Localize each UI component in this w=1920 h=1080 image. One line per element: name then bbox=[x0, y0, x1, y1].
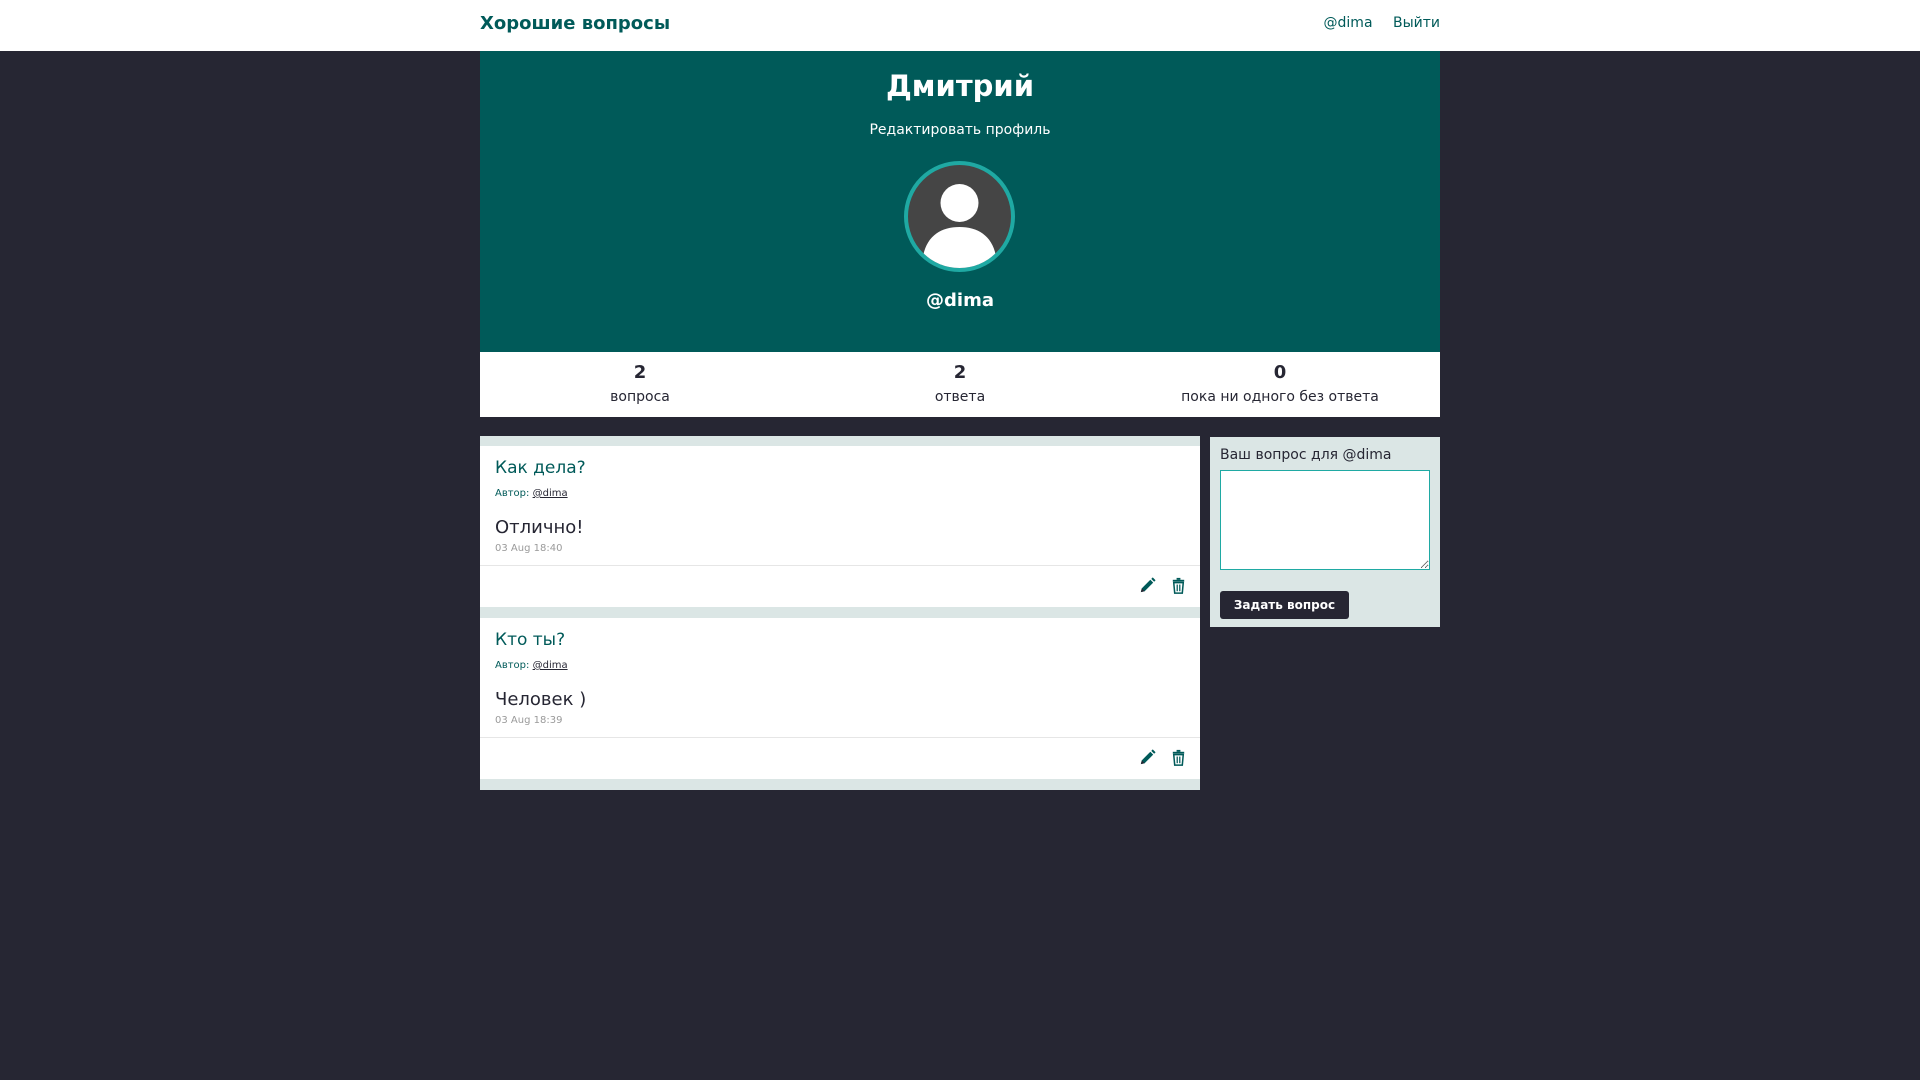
answer-text: Человек ) bbox=[495, 689, 587, 710]
stat-answers: 2 ответа bbox=[800, 352, 1120, 417]
stat-label: ответа bbox=[934, 389, 986, 405]
stat-value: 0 bbox=[1273, 362, 1287, 383]
trash-icon[interactable] bbox=[1169, 576, 1188, 595]
stat-value: 2 bbox=[953, 362, 967, 383]
answer-date: 03 Aug 18:39 bbox=[495, 715, 563, 726]
stat-questions: 2 вопроса bbox=[480, 352, 800, 417]
author-link[interactable]: @dima bbox=[533, 488, 568, 499]
questions-list: Как дела? Автор: @dima Отлично! 03 Aug 1… bbox=[480, 436, 1200, 790]
top-navbar: Хорошие вопросы @dima Выйти bbox=[0, 0, 1920, 51]
question-text: Кто ты? bbox=[495, 630, 566, 650]
avatar bbox=[904, 161, 1015, 272]
stat-label: вопроса bbox=[610, 389, 670, 405]
answer-text: Отлично! bbox=[495, 517, 584, 538]
question-actions bbox=[1138, 576, 1188, 598]
stat-label: пока ни одного без ответа bbox=[1181, 389, 1379, 405]
question-author: Автор: @dima bbox=[495, 488, 568, 499]
user-avatar-icon bbox=[922, 184, 997, 268]
brand-link[interactable]: Хорошие вопросы bbox=[480, 13, 670, 34]
ask-question-form: Ваш вопрос для @dima Задать вопрос bbox=[1210, 437, 1440, 627]
question-author: Автор: @dima bbox=[495, 660, 568, 671]
divider bbox=[480, 737, 1200, 738]
author-prefix: Автор: bbox=[495, 488, 530, 499]
profile-header: Дмитрий Редактировать профиль @dima bbox=[480, 51, 1440, 352]
nav-logout-link[interactable]: Выйти bbox=[1393, 15, 1440, 31]
question-card: Кто ты? Автор: @dima Человек ) 03 Aug 18… bbox=[480, 618, 1200, 779]
ask-question-button[interactable]: Задать вопрос bbox=[1220, 591, 1349, 619]
profile-name: Дмитрий bbox=[885, 69, 1035, 103]
question-actions bbox=[1138, 748, 1188, 770]
navbar-links: @dima Выйти bbox=[1308, 15, 1440, 31]
trash-icon[interactable] bbox=[1169, 748, 1188, 767]
stat-unanswered: 0 пока ни одного без ответа bbox=[1120, 352, 1440, 417]
nav-user-link[interactable]: @dima bbox=[1324, 15, 1373, 31]
profile-username: @dima bbox=[926, 290, 994, 311]
ask-label: Ваш вопрос для @dima bbox=[1220, 447, 1392, 463]
pencil-icon[interactable] bbox=[1138, 576, 1157, 595]
author-link[interactable]: @dima bbox=[533, 660, 568, 671]
divider bbox=[480, 565, 1200, 566]
question-card: Как дела? Автор: @dima Отлично! 03 Aug 1… bbox=[480, 446, 1200, 607]
question-textarea[interactable] bbox=[1220, 470, 1430, 570]
stat-value: 2 bbox=[633, 362, 647, 383]
edit-profile-link[interactable]: Редактировать профиль bbox=[480, 122, 1440, 138]
navbar-container: Хорошие вопросы @dima Выйти bbox=[480, 0, 1440, 51]
author-prefix: Автор: bbox=[495, 660, 530, 671]
question-text: Как дела? bbox=[495, 458, 586, 478]
profile-stats: 2 вопроса 2 ответа 0 пока ни одного без … bbox=[480, 352, 1440, 417]
pencil-icon[interactable] bbox=[1138, 748, 1157, 767]
answer-date: 03 Aug 18:40 bbox=[495, 543, 563, 554]
